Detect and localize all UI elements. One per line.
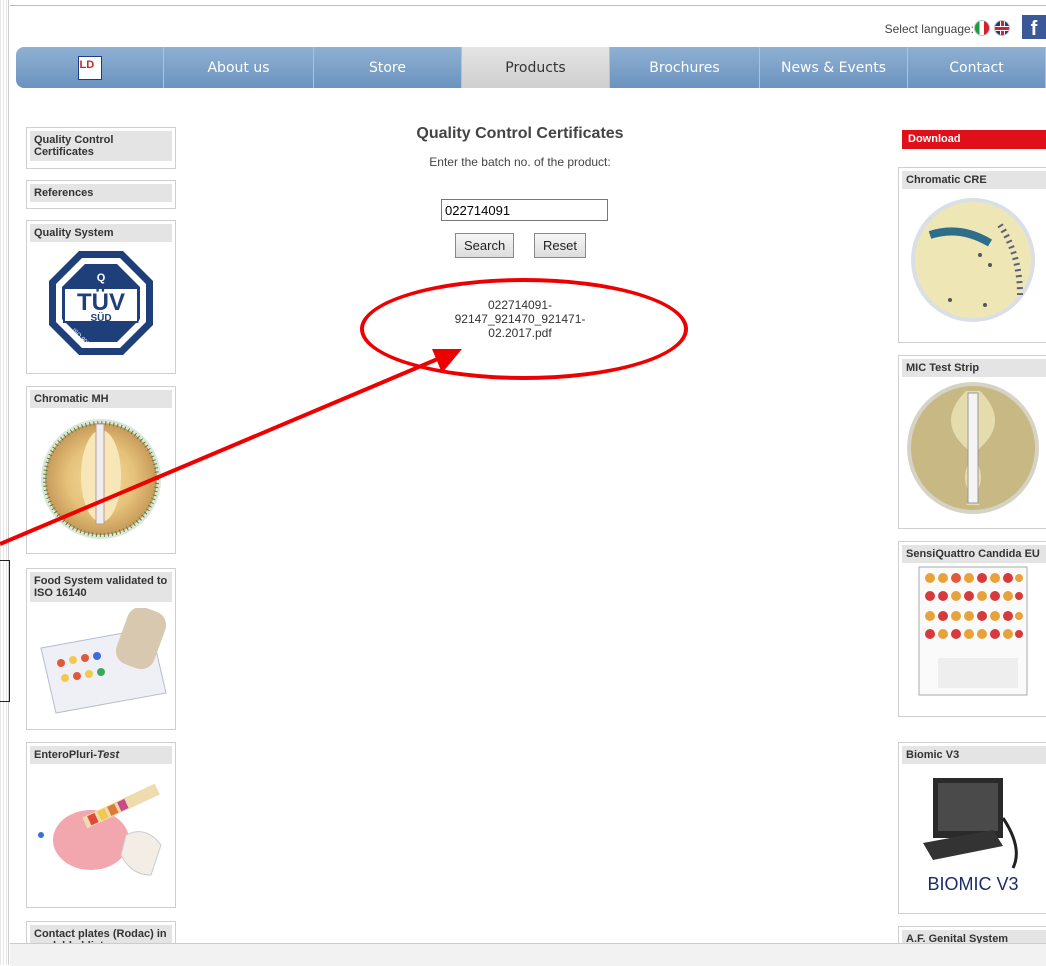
main-nav: About us Store Products Brochures News &…: [16, 47, 1046, 88]
nav-news-events[interactable]: News & Events: [760, 47, 908, 88]
search-button[interactable]: Search: [455, 233, 515, 258]
mic-test-strip-plate-image: [906, 382, 1039, 514]
italian-flag-icon[interactable]: [974, 20, 990, 36]
sidebar-item-chromatic-mh[interactable]: Chromatic MH: [26, 386, 176, 554]
sidebar-item-label: Quality Control Certificates: [30, 131, 172, 161]
svg-text:SÜD: SÜD: [90, 311, 111, 324]
nav-brochures[interactable]: Brochures: [610, 47, 760, 88]
nav-about-us[interactable]: About us: [164, 47, 314, 88]
nav-logo[interactable]: [16, 47, 164, 88]
enteropluri-test-image: [38, 783, 162, 876]
uk-flag-icon[interactable]: [994, 20, 1010, 36]
nav-products[interactable]: Products: [462, 47, 610, 88]
sidebar-item-references[interactable]: References: [26, 180, 176, 209]
sidebar-item-chromatic-cre[interactable]: Chromatic CRE: [898, 167, 1046, 343]
sidebar-item-label: MIC Test Strip: [902, 359, 1046, 377]
page-left-rule: [0, 0, 9, 965]
batch-instruction: Enter the batch no. of the product:: [429, 155, 611, 169]
nav-contact[interactable]: Contact: [908, 47, 1046, 88]
page-top-rule: [10, 5, 1046, 6]
sidebar-item-enteropluri-test[interactable]: EnteroPluri-Test: [26, 742, 176, 908]
sidebar-item-label: Biomic V3: [902, 746, 1046, 764]
facebook-icon[interactable]: f: [1022, 15, 1046, 39]
nav-store[interactable]: Store: [314, 47, 462, 88]
page-footer-bar: [10, 943, 1046, 966]
sidebar-item-quality-system[interactable]: Quality System Q TÜV SÜD ISO 9001 ISO 13…: [26, 220, 176, 374]
reset-button[interactable]: Reset: [534, 233, 586, 258]
chromatic-mh-plate-image: [41, 419, 161, 539]
select-language-label: Select language:: [884, 22, 974, 36]
tuv-sud-certification-icon: Q TÜV SÜD ISO 9001 ISO 13485: [49, 251, 153, 355]
sidebar-item-biomic-v3[interactable]: Biomic V3 BIOMIC V3: [898, 742, 1046, 914]
sidebar-item-sensiquattro-candida-eu[interactable]: SensiQuattro Candida EU: [898, 541, 1046, 717]
sidebar-item-label: SensiQuattro Candida EU: [902, 545, 1046, 563]
partial-frame-box: [0, 560, 10, 702]
sidebar-item-label: Food System validated to ISO 16140: [30, 572, 172, 602]
download-header[interactable]: Download: [902, 130, 1046, 149]
sidebar-item-label: Chromatic MH: [30, 390, 172, 408]
svg-text:BIOMIC V3: BIOMIC V3: [927, 874, 1018, 894]
sidebar-item-quality-control-certificates[interactable]: Quality Control Certificates: [26, 127, 176, 169]
page-title: Quality Control Certificates: [416, 125, 624, 142]
sidebar-item-label: EnteroPluri-Test: [30, 746, 172, 764]
biomic-v3-device-image: BIOMIC V3: [922, 778, 1018, 894]
sensiquattro-panel-image: [918, 566, 1027, 696]
sidebar-item-mic-test-strip[interactable]: MIC Test Strip: [898, 355, 1046, 529]
sidebar-item-label: Chromatic CRE: [902, 171, 1046, 189]
food-system-kit-image: [40, 608, 167, 714]
batch-number-input[interactable]: [441, 199, 608, 221]
chromatic-cre-plate-image: [910, 198, 1035, 322]
svg-text:TÜV: TÜV: [77, 289, 125, 316]
sidebar-item-label: Quality System: [30, 224, 172, 242]
sidebar-item-food-system[interactable]: Food System validated to ISO 16140: [26, 568, 176, 730]
svg-text:Q: Q: [97, 272, 106, 284]
highlight-ellipse: [360, 278, 688, 380]
company-logo-icon: [77, 55, 102, 80]
sidebar-item-label: References: [30, 184, 172, 202]
